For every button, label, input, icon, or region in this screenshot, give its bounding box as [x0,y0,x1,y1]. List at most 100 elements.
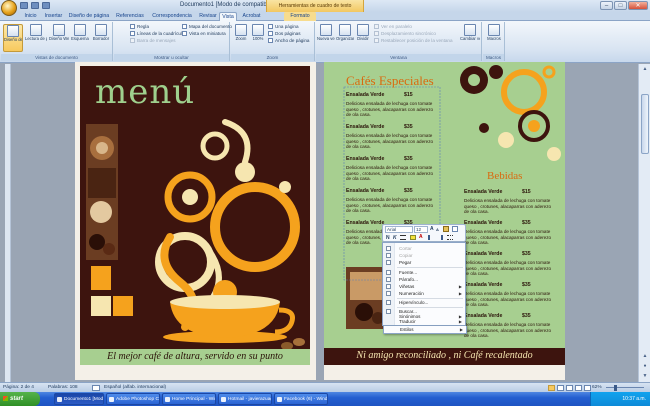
ribbon: Diseño de impresión Lectura de pantalla … [0,21,650,63]
taskbar-item-photoshop[interactable]: Adobe Photoshop CS... [106,393,160,405]
format-painter-icon[interactable] [443,226,449,232]
print-layout-view-icon[interactable] [548,385,555,391]
page-count[interactable]: Página: 2 de 4 [3,384,34,392]
language-indicator[interactable]: Español (alfab. internacional) [104,384,166,392]
close-button[interactable]: ✕ [628,1,648,10]
highlight-icon[interactable] [410,235,416,240]
draft-button[interactable]: Borrador [91,24,111,52]
title-bar: Documento1 [Modo de compatibilidad] - Mi… [0,0,650,16]
print-layout-button[interactable]: Diseño de impresión [3,24,23,52]
taskbar-item-word[interactable]: Documento1 [Modo d... [54,393,104,405]
ruler-checkbox[interactable]: Regla [130,24,149,30]
arrange-all-button[interactable]: Organizar todo [336,24,354,52]
checkbox-icon [130,24,135,29]
menu-separator [397,267,463,268]
menu-item-copiar[interactable]: Copiar [383,252,465,259]
menu-item-traducir[interactable]: Traducir ▶ [383,319,465,325]
select-browse-object-icon[interactable]: ● [641,362,649,370]
tab-revisar[interactable]: Revisar [197,12,219,21]
office-button[interactable] [1,0,17,16]
bullets-icon[interactable] [447,235,453,240]
quick-access-toolbar [20,2,50,9]
taskbar-item-hotmail[interactable]: Hotmail - javierazuag... [218,393,272,405]
font-name-box[interactable]: Arial [385,226,413,233]
menu-item-estilos[interactable]: Estilos ▶ [383,326,467,334]
bebidas-list[interactable]: Ensalada Verde $15 Deliciosa ensalada de… [464,189,556,344]
align-center-icon[interactable] [400,235,406,240]
font-color-icon[interactable]: A [419,234,423,240]
tab-insertar[interactable]: Insertar [42,12,65,21]
thumbnails-checkbox[interactable]: Vista en miniatura [182,31,226,37]
styles-icon[interactable] [452,226,458,232]
vertical-scrollbar[interactable]: ▲ ▲ ● ▼ [638,64,650,382]
menu-item-cortar[interactable]: Cortar [383,245,465,252]
zoom-button[interactable]: Zoom [233,24,249,52]
scrollbar-thumb[interactable] [641,94,649,154]
two-pages-button[interactable]: Dos páginas [268,31,301,37]
tab-inicio[interactable]: Inicio [21,12,40,21]
menu-item-pegar[interactable]: Pegar [383,259,465,266]
message-bar-checkbox[interactable]: Barra de mensajes [130,38,176,44]
menu-item-parrafo[interactable]: Párrafo... [383,276,465,283]
save-icon[interactable] [20,2,28,9]
taskbar-item-home[interactable]: Home Principal - Wind... [162,393,216,405]
menu-item-vinetas[interactable]: Viñetas ▶ [383,283,465,290]
vertical-ruler [5,64,11,382]
zoom-slider[interactable] [606,387,644,388]
zoom-slider-thumb[interactable] [614,385,617,391]
tab-acrobat[interactable]: Acrobat [239,12,264,21]
tab-correspondencia[interactable]: Correspondencia [149,12,195,21]
new-window-button[interactable]: Nueva ventana [317,24,335,52]
scroll-up-icon[interactable]: ▲ [641,65,649,73]
increase-indent-icon[interactable] [437,235,443,240]
zoom-level[interactable]: 62% [592,384,602,392]
draft-view-icon[interactable] [584,385,591,391]
menu-item-numeracion[interactable]: Numeración ▶ [383,290,465,297]
full-screen-reading-button[interactable]: Lectura de pantalla completa [25,24,47,52]
italic-icon[interactable]: K [393,235,397,241]
zoom-100-button[interactable]: 100% [250,24,266,52]
start-button[interactable]: start [0,392,40,406]
submenu-arrow-icon: ▶ [458,319,462,324]
next-page-icon[interactable]: ▼ [641,372,649,380]
reading-view-icon[interactable] [557,385,564,391]
menu-item-hipervinculo[interactable]: Hipervínculo... [383,299,465,306]
decrease-indent-icon[interactable] [428,235,434,240]
sync-scroll-button[interactable]: Desplazamiento sincrónico [374,31,436,37]
shrink-font-icon[interactable]: A [436,227,439,232]
maximize-button[interactable]: □ [614,1,627,10]
undo-icon[interactable] [31,2,39,9]
spelling-icon[interactable] [92,385,100,391]
tab-referencias[interactable]: Referencias [113,12,147,21]
grow-font-icon[interactable]: A [430,226,434,232]
outline-view-icon[interactable] [575,385,582,391]
page-1[interactable]: menú El mejor café de altura, servido en… [75,62,316,380]
one-page-button[interactable]: Una página [268,24,299,30]
font-size-box[interactable]: 12 [414,226,428,233]
web-view-icon[interactable] [566,385,573,391]
menu-item-fuente[interactable]: Fuente... [383,269,465,276]
minimize-button[interactable]: – [600,1,613,10]
word-count[interactable]: Palabras: 108 [48,384,78,392]
gridlines-checkbox[interactable]: Líneas de la cuadrícula [130,31,185,37]
page-width-button[interactable]: Ancho de página [268,38,309,44]
checkbox-icon [130,38,135,43]
tab-diseno-pagina[interactable]: Diseño de página [67,12,111,21]
reset-window-button[interactable]: Restablecer posición de la ventana [374,38,466,44]
macros-button[interactable]: Macros [484,24,504,52]
group-label-vistas: Vistas de documento [1,54,112,61]
bold-icon[interactable]: N [386,235,390,241]
list-item: Ensalada Verde $35 Deliciosa ensalada de… [464,282,552,308]
redo-icon[interactable] [42,2,50,9]
outline-button[interactable]: Esquema [70,24,90,52]
switch-windows-button[interactable]: Cambiar ventanas [460,24,480,52]
prev-page-icon[interactable]: ▲ [641,352,649,360]
web-layout-button[interactable]: Diseño Web [49,24,69,52]
document-map-checkbox[interactable]: Mapa del documento [182,24,232,30]
tab-formato[interactable]: Formato [284,12,316,21]
split-button[interactable]: Dividir [355,24,371,52]
list-item: Ensalada Verde $35 Deliciosa ensalada de… [464,220,552,246]
taskbar-item-facebook[interactable]: Facebook (6) - Windo... [274,393,328,405]
side-by-side-button[interactable]: Ver en paralelo [374,24,412,30]
tab-vista[interactable]: Vista [219,12,237,21]
